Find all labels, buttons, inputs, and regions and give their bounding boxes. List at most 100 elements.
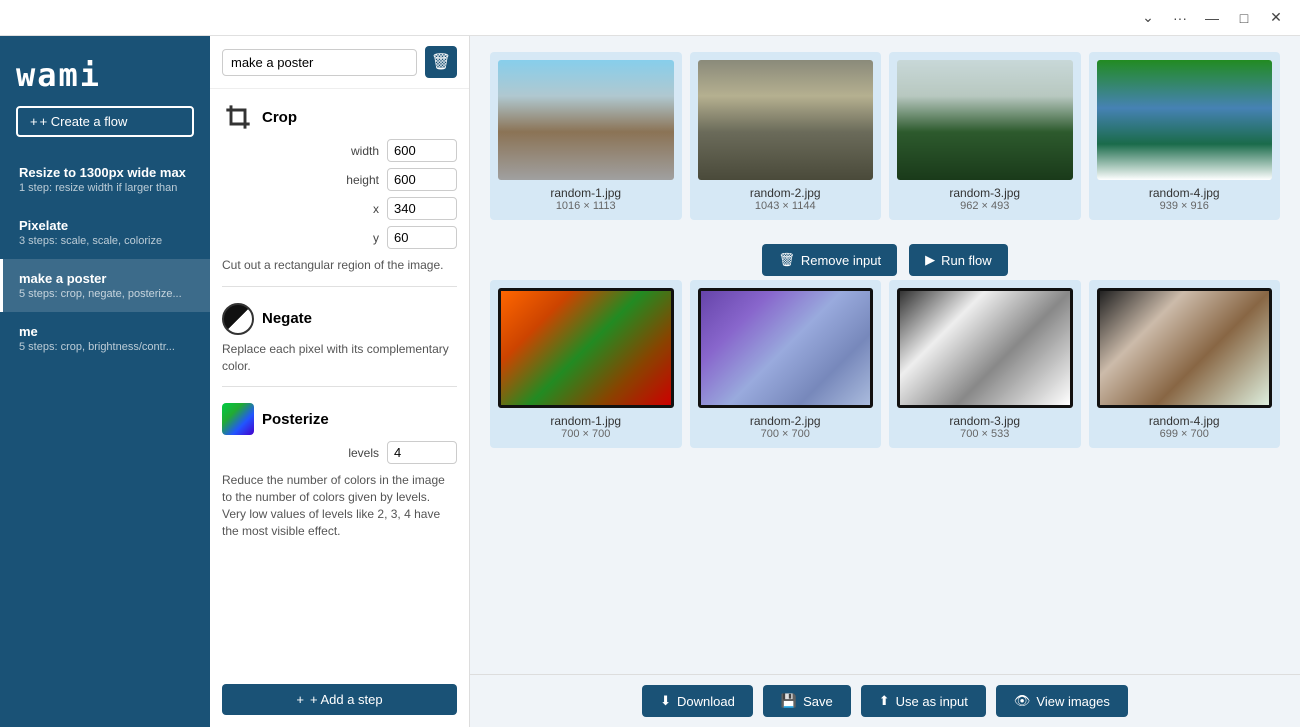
upload-icon: ⬆ — [879, 693, 890, 709]
input-thumb-4 — [1097, 60, 1273, 180]
create-flow-label: + Create a flow — [40, 114, 128, 129]
sidebar-item-make-a-poster-title: make a poster — [19, 271, 194, 286]
trash-icon: 🗑 — [431, 52, 451, 72]
input-image-2-name: random-2.jpg — [750, 186, 821, 200]
steps-panel: 🗑 Crop width — [210, 36, 470, 727]
divider-1 — [222, 286, 457, 287]
output-image-2-dims: 700 × 700 — [761, 428, 810, 440]
step-crop-title: Crop — [262, 109, 297, 126]
negate-desc: Replace each pixel with its complementar… — [222, 341, 457, 375]
sidebar-item-pixelate[interactable]: Pixelate 3 steps: scale, scale, colorize — [0, 206, 210, 259]
create-flow-button[interactable]: + + Create a flow — [16, 106, 194, 137]
add-step-label: + Add a step — [310, 692, 383, 707]
step-posterize-header: Posterize — [222, 403, 457, 435]
step-posterize-title: Posterize — [262, 411, 329, 428]
sidebar-item-resize-title: Resize to 1300px wide max — [19, 165, 194, 180]
flow-name-input[interactable] — [222, 49, 417, 76]
minimize-button[interactable]: — — [1196, 2, 1228, 34]
negate-icon — [222, 303, 254, 335]
crop-width-label: width — [339, 144, 379, 158]
crop-y-input[interactable] — [387, 226, 457, 249]
delete-flow-button[interactable]: 🗑 — [425, 46, 457, 78]
titlebar: ⌄ ··· — □ ✕ — [0, 0, 1300, 36]
view-images-button[interactable]: 👁 View images — [996, 685, 1128, 717]
use-as-input-label: Use as input — [896, 694, 968, 709]
output-image-2-name: random-2.jpg — [750, 414, 821, 428]
sidebar: wami + + Create a flow Resize to 1300px … — [0, 36, 210, 727]
posterize-levels-row: levels — [222, 441, 457, 464]
run-flow-button[interactable]: ▶ Run flow — [909, 244, 1008, 276]
crop-y-label: y — [339, 231, 379, 245]
input-images-grid: random-1.jpg 1016 × 1113 random-2.jpg 10… — [490, 52, 1280, 220]
posterize-desc: Reduce the number of colors in the image… — [222, 472, 457, 539]
output-image-2[interactable]: random-2.jpg 700 × 700 — [690, 280, 882, 448]
sidebar-item-me-sub: 5 steps: crop, brightness/contr... — [19, 341, 194, 353]
crop-x-row: x — [222, 197, 457, 220]
output-image-1-name: random-1.jpg — [550, 414, 621, 428]
input-image-3-dims: 962 × 493 — [960, 200, 1009, 212]
divider-2 — [222, 386, 457, 387]
posterize-fields: levels — [222, 441, 457, 464]
save-button[interactable]: 💾 Save — [763, 685, 851, 717]
input-image-1-name: random-1.jpg — [550, 186, 621, 200]
remove-input-label: Remove input — [801, 253, 881, 268]
output-actions-bar: ⬇ Download 💾 Save ⬆ Use as input 👁 View … — [470, 674, 1300, 727]
remove-input-button[interactable]: 🗑 Remove input — [762, 244, 897, 276]
maximize-button[interactable]: □ — [1228, 2, 1260, 34]
output-image-4-dims: 699 × 700 — [1160, 428, 1209, 440]
output-images-grid: random-1.jpg 700 × 700 random-2.jpg 700 … — [490, 280, 1280, 448]
sidebar-item-pixelate-title: Pixelate — [19, 218, 194, 233]
app-body: wami + + Create a flow Resize to 1300px … — [0, 36, 1300, 727]
crop-x-label: x — [339, 202, 379, 216]
trash-icon: 🗑 — [778, 252, 795, 268]
output-image-1-dims: 700 × 700 — [561, 428, 610, 440]
run-actions-row: 🗑 Remove input ▶ Run flow — [490, 236, 1280, 280]
input-image-1-dims: 1016 × 1113 — [556, 200, 616, 212]
output-image-4[interactable]: random-4.jpg 699 × 700 — [1089, 280, 1281, 448]
crop-height-input[interactable] — [387, 168, 457, 191]
input-image-4[interactable]: random-4.jpg 939 × 916 — [1089, 52, 1281, 220]
plus-icon: + — [296, 692, 304, 707]
posterize-icon — [222, 403, 254, 435]
run-flow-label: Run flow — [941, 253, 992, 268]
sidebar-item-resize[interactable]: Resize to 1300px wide max 1 step: resize… — [0, 153, 210, 206]
sidebar-item-make-a-poster[interactable]: make a poster 5 steps: crop, negate, pos… — [0, 259, 210, 312]
step-crop: Crop width height x — [222, 101, 457, 287]
input-image-1[interactable]: random-1.jpg 1016 × 1113 — [490, 52, 682, 220]
use-as-input-button[interactable]: ⬆ Use as input — [861, 685, 986, 717]
output-thumb-3 — [897, 288, 1073, 408]
crop-width-input[interactable] — [387, 139, 457, 162]
crop-width-row: width — [222, 139, 457, 162]
more-options-button[interactable]: ··· — [1164, 2, 1196, 34]
posterize-levels-input[interactable] — [387, 441, 457, 464]
download-button[interactable]: ⬇ Download — [642, 685, 753, 717]
step-negate: Negate Replace each pixel with its compl… — [222, 303, 457, 388]
crop-height-row: height — [222, 168, 457, 191]
output-image-3-dims: 700 × 533 — [960, 428, 1009, 440]
input-image-2[interactable]: random-2.jpg 1043 × 1144 — [690, 52, 882, 220]
plus-icon: + — [30, 114, 38, 129]
steps-header: 🗑 — [210, 36, 469, 89]
output-image-3[interactable]: random-3.jpg 700 × 533 — [889, 280, 1081, 448]
output-image-1[interactable]: random-1.jpg 700 × 700 — [490, 280, 682, 448]
sidebar-item-pixelate-sub: 3 steps: scale, scale, colorize — [19, 235, 194, 247]
crop-fields: width height x y — [222, 139, 457, 249]
close-button[interactable]: ✕ — [1260, 2, 1292, 34]
download-icon: ⬇ — [660, 693, 671, 709]
main-content: random-1.jpg 1016 × 1113 random-2.jpg 10… — [470, 36, 1300, 727]
sidebar-item-resize-sub: 1 step: resize width if larger than — [19, 182, 194, 194]
add-step-button[interactable]: + + Add a step — [222, 684, 457, 715]
chevron-down-button[interactable]: ⌄ — [1132, 2, 1164, 34]
output-thumb-1 — [498, 288, 674, 408]
crop-y-row: y — [222, 226, 457, 249]
crop-x-input[interactable] — [387, 197, 457, 220]
step-negate-title: Negate — [262, 310, 312, 327]
input-image-3[interactable]: random-3.jpg 962 × 493 — [889, 52, 1081, 220]
step-posterize: Posterize levels Reduce the number of co… — [222, 403, 457, 539]
steps-scroll: Crop width height x — [210, 89, 469, 676]
crop-height-label: height — [339, 173, 379, 187]
step-crop-header: Crop — [222, 101, 457, 133]
save-label: Save — [803, 694, 833, 709]
input-thumb-1 — [498, 60, 674, 180]
sidebar-item-me[interactable]: me 5 steps: crop, brightness/contr... — [0, 312, 210, 365]
